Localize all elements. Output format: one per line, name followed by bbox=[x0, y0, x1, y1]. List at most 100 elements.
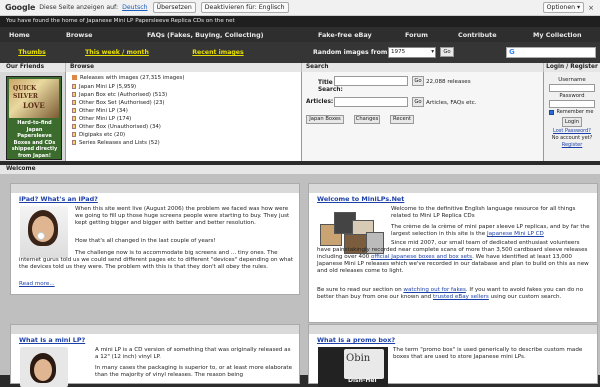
articles-go-button[interactable]: Go bbox=[412, 97, 424, 107]
minilp-para-1: A mini LP is a CD version of something t… bbox=[95, 347, 291, 361]
friends-panel: QUICK SILVER LOVE Hard-to-find Japan Pap… bbox=[0, 72, 66, 161]
remember-label: Remember me bbox=[556, 109, 594, 115]
japan-boxes-button[interactable]: Japan Boxes bbox=[306, 115, 344, 124]
fakes-link[interactable]: watching out for fakes bbox=[403, 287, 465, 293]
browse-item[interactable]: Other Mini LP (174) bbox=[72, 116, 131, 122]
card-header bbox=[309, 325, 597, 334]
articles-search-input[interactable] bbox=[334, 97, 408, 107]
options-button[interactable]: Optionen ▾ bbox=[542, 2, 585, 13]
recent-images-link[interactable]: Recent images bbox=[180, 46, 256, 59]
search-panel: Title Search: Go 22,088 releases Article… bbox=[302, 72, 544, 161]
browse-item[interactable]: Other Mini LP (34) bbox=[72, 108, 128, 114]
welcome-card-title[interactable]: Welcome to MiniLPs.Net bbox=[317, 195, 404, 203]
browse-item[interactable]: Series Releases and Lists (52) bbox=[72, 140, 160, 146]
folder-icon bbox=[72, 108, 76, 113]
changes-button[interactable]: Changes bbox=[354, 115, 380, 124]
nav-home[interactable]: Home bbox=[9, 31, 30, 39]
promo-para-1: The term "promo box" is used generically… bbox=[393, 347, 583, 361]
japanese-boxes-link[interactable]: official Japanese boxes and box sets bbox=[371, 254, 472, 260]
browse-item[interactable]: Other Box Set (Authorised) (23) bbox=[72, 100, 165, 106]
nav-faqs[interactable]: FAQs (Fakes, Buying, Collecting) bbox=[147, 31, 264, 39]
no-account-text: No account yet? bbox=[551, 135, 593, 141]
card-header bbox=[309, 184, 597, 193]
minilp-para-2: In many cases the packaging is superior … bbox=[95, 365, 293, 379]
username-label: Username bbox=[558, 77, 586, 83]
login-panel: Username Password Remember me Login Lost… bbox=[544, 72, 600, 161]
ipad-card-title[interactable]: iPad? What's an iPad? bbox=[19, 195, 98, 203]
google-logo: Google bbox=[5, 3, 36, 12]
welcome-para-2: The crème de la crème of mini paper slee… bbox=[391, 224, 590, 238]
home-icon bbox=[72, 75, 77, 80]
nav-forum[interactable]: Forum bbox=[405, 31, 428, 39]
title-search-go-button[interactable]: Go bbox=[412, 76, 424, 86]
lost-password-link[interactable]: Lost Password? bbox=[544, 128, 600, 134]
main-nav: Home Browse FAQs (Fakes, Buying, Collect… bbox=[0, 27, 600, 42]
articles-note: Articles, FAQs etc. bbox=[426, 100, 477, 106]
password-input[interactable] bbox=[549, 100, 595, 108]
content-area: iPad? What's an iPad? When this site wen… bbox=[0, 174, 600, 387]
browse-item[interactable]: Other Box (Unauthorised) (34) bbox=[72, 124, 161, 130]
friends-header: Our Friends bbox=[0, 63, 66, 72]
search-header: Search bbox=[302, 63, 544, 72]
close-icon[interactable]: × bbox=[588, 4, 594, 12]
google-g-icon: G bbox=[509, 48, 515, 56]
welcome-para-4: Be sure to read our section on watching … bbox=[317, 287, 583, 301]
browse-item[interactable]: Japan Box etc (Authorised) (513) bbox=[72, 92, 167, 98]
chevron-down-icon: ▾ bbox=[431, 49, 434, 55]
folder-icon bbox=[72, 140, 76, 145]
recent-button[interactable]: Recent bbox=[390, 115, 414, 124]
minilp-card-title[interactable]: What is a mini LP? bbox=[19, 336, 85, 344]
this-week-link[interactable]: This week / month bbox=[76, 46, 158, 59]
year-select[interactable]: 1975 ▾ bbox=[388, 47, 436, 58]
minilp-card: What is a mini LP? A mini LP is a CD ver… bbox=[10, 324, 300, 387]
register-link[interactable]: Register bbox=[544, 142, 600, 148]
nav-fake-free-ebay[interactable]: Fake-free eBay bbox=[318, 31, 372, 39]
friend-banner-image: QUICK SILVER LOVE bbox=[9, 79, 59, 118]
random-go-button[interactable]: Go bbox=[440, 47, 454, 57]
folder-icon bbox=[72, 100, 76, 105]
trusted-sellers-link[interactable]: trusted eBay sellers bbox=[433, 294, 489, 300]
apple-icon bbox=[37, 232, 45, 240]
card-header bbox=[11, 184, 299, 193]
translate-bar: Google Diese Seite anzeigen auf: Deutsch… bbox=[0, 0, 600, 16]
ipad-card: iPad? What's an iPad? When this site wen… bbox=[10, 183, 300, 295]
sub-nav: Thumbs This week / month Recent images R… bbox=[0, 42, 600, 63]
thumbs-link[interactable]: Thumbs bbox=[6, 46, 58, 59]
nav-my-collection[interactable]: My Collection bbox=[533, 31, 582, 39]
browse-item[interactable]: Digipaks etc (20) bbox=[72, 132, 125, 138]
welcome-bar: Welcome bbox=[0, 165, 600, 174]
login-button[interactable]: Login bbox=[562, 117, 582, 127]
folder-icon bbox=[72, 116, 76, 121]
promo-box-sub: Dish-Hel bbox=[348, 377, 377, 384]
articles-label: Articles: bbox=[306, 99, 334, 105]
title-search-input[interactable] bbox=[334, 76, 408, 86]
language-link[interactable]: Deutsch bbox=[122, 4, 147, 11]
username-input[interactable] bbox=[549, 84, 595, 92]
friend-banner-text: Hard-to-find Japan Papersleeve Boxes and… bbox=[11, 120, 58, 159]
ipad-para-2: How that's all changed in the last coupl… bbox=[75, 238, 216, 244]
browse-item[interactable]: Japan Mini LP (5,959) bbox=[72, 84, 136, 90]
nav-contribute[interactable]: Contribute bbox=[458, 31, 497, 39]
japanese-mini-lp-link[interactable]: Japanese Mini LP CD bbox=[487, 231, 544, 237]
title-search-label-line1: Title bbox=[318, 80, 333, 86]
friend-banner[interactable]: QUICK SILVER LOVE Hard-to-find Japan Pap… bbox=[6, 76, 62, 160]
promo-box-label: Obin bbox=[346, 353, 371, 364]
browse-item[interactable]: Releases with images (27,315 images) bbox=[72, 75, 184, 81]
ipad-read-more-link[interactable]: Read more... bbox=[19, 281, 55, 288]
translate-button[interactable]: Übersetzen bbox=[152, 2, 196, 13]
folder-icon bbox=[72, 124, 76, 129]
folder-icon bbox=[72, 132, 76, 137]
folder-icon bbox=[72, 84, 76, 89]
disable-translate-button[interactable]: Deaktivieren für: Englisch bbox=[200, 2, 289, 13]
promo-box-photo: Obin Dish-Hel bbox=[318, 347, 388, 387]
nav-browse[interactable]: Browse bbox=[66, 31, 92, 39]
welcome-para-1: Welcome to the definitive English langua… bbox=[391, 206, 576, 220]
google-search-input[interactable]: G bbox=[506, 47, 596, 58]
browse-header: Browse bbox=[66, 63, 302, 72]
promo-card-title[interactable]: What is a promo box? bbox=[317, 336, 395, 344]
login-header: Login / Register bbox=[544, 63, 600, 72]
minilp-photo bbox=[20, 347, 68, 387]
site-tagline: You have found the home of Japanese Mini… bbox=[0, 16, 600, 27]
folder-icon bbox=[72, 92, 76, 97]
welcome-para-3: Since mid 2007, our small team of dedica… bbox=[317, 240, 589, 275]
